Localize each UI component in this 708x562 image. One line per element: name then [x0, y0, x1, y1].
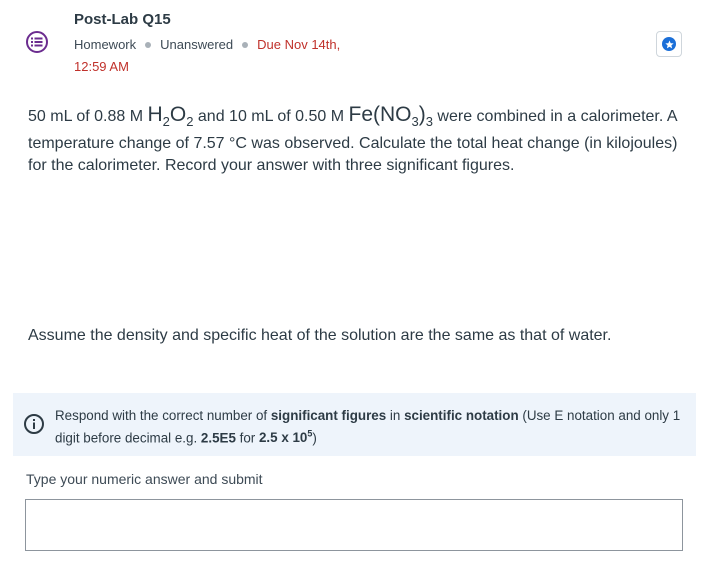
question-title: Post-Lab Q15: [74, 11, 171, 28]
due-date: Due Nov 14th,: [257, 37, 341, 52]
separator-dot: [145, 41, 152, 48]
instruction-box: Respond with the correct number of signi…: [13, 393, 696, 456]
answer-input[interactable]: [25, 499, 683, 551]
answer-label: Type your numeric answer and submit: [26, 471, 263, 487]
due-time: 12:59 AM: [74, 59, 129, 74]
question-meta: Homework Unanswered Due Nov 14th,: [74, 37, 340, 52]
question-type: Homework: [74, 37, 137, 52]
formula-fe-no3-3: Fe(NO3)3: [348, 103, 433, 130]
instruction-text: Respond with the correct number of signi…: [55, 408, 681, 446]
question-header: Post-Lab Q15 Homework Unanswered Due Nov…: [0, 0, 708, 80]
star-button[interactable]: [656, 31, 682, 57]
assumption-text: Assume the density and specific heat of …: [28, 327, 612, 344]
formula-h2o2: H2O2: [147, 103, 194, 130]
question-text: 50 mL of 0.88 M H2O2 and 10 mL of 0.50 M…: [28, 103, 678, 175]
homework-list-icon: [26, 31, 48, 53]
info-icon: [24, 414, 44, 434]
status-text: Unanswered: [160, 37, 234, 52]
separator-dot: [242, 41, 249, 48]
star-icon: [662, 37, 676, 51]
